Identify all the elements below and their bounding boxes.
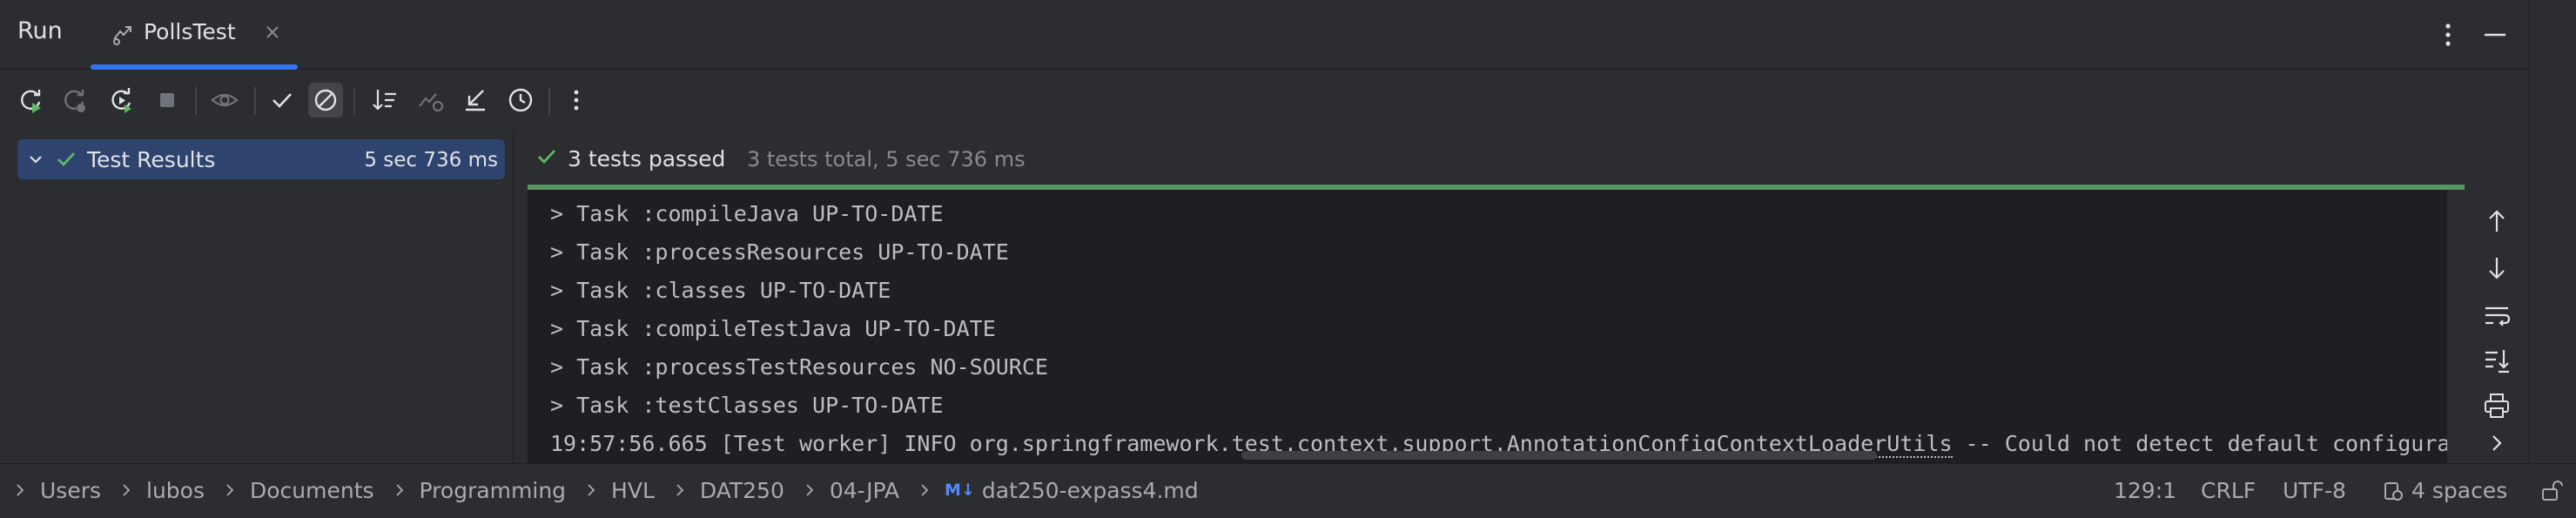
tree-item-label: Test Results <box>87 147 216 172</box>
tab-pollstest[interactable]: PollsTest <box>91 0 298 70</box>
chevron-right-icon <box>123 484 131 496</box>
indent-label: 4 spaces <box>2411 478 2508 503</box>
chevron-right-icon <box>588 484 595 496</box>
toolbar-separator <box>195 87 197 115</box>
test-results-tree: Test Results 5 sec 736 ms <box>0 132 514 463</box>
breadcrumb-item[interactable]: Users <box>7 478 101 503</box>
console-line: > Task :processResources UP-TO-DATE <box>550 239 1009 265</box>
test-passed-icon <box>57 152 76 167</box>
tool-window-header: Run PollsTest <box>0 0 2529 70</box>
breadcrumb-item[interactable]: HVL <box>566 478 655 503</box>
toolbar-separator <box>254 87 256 115</box>
chevron-right-icon <box>17 484 24 496</box>
log-suffix: -- Could not detect default configuratio… <box>1965 431 2447 456</box>
console-line: > Task :processTestResources NO-SOURCE <box>550 354 1048 380</box>
minimize-icon[interactable] <box>2478 17 2512 52</box>
line-separator[interactable]: CRLF <box>2201 478 2256 503</box>
indent-icon <box>2384 481 2403 501</box>
breadcrumb-label: 04-JPA <box>829 477 900 503</box>
breadcrumb-label: DAT250 <box>699 477 784 503</box>
collapse-icon <box>466 90 485 111</box>
ignored-icon <box>314 89 337 111</box>
toggle-auto-test-button[interactable] <box>104 83 139 118</box>
stop-button[interactable] <box>150 83 185 118</box>
history-icon <box>508 88 533 112</box>
console-line: > Task :classes UP-TO-DATE <box>550 278 891 303</box>
toggle-auto-test-icon <box>111 88 131 113</box>
checkmark-icon <box>272 93 292 108</box>
horizontal-scrollbar[interactable] <box>1241 451 1877 460</box>
show-passed-button[interactable] <box>265 83 299 118</box>
tab-label: PollsTest <box>144 19 236 44</box>
rerun-icon <box>21 90 41 113</box>
status-bar: Users lubos Documents Programming HVL DA… <box>0 463 2576 518</box>
console-side-toolbar <box>2465 190 2528 463</box>
breadcrumb-item-file[interactable]: M↓ dat250-expass4.md <box>899 478 1199 503</box>
stop-icon <box>160 93 174 107</box>
scroll-up-icon[interactable] <box>2479 204 2514 239</box>
eye-icon <box>211 93 239 107</box>
rerun-button[interactable] <box>14 83 49 118</box>
show-ignored-button[interactable] <box>207 83 242 118</box>
breadcrumb-item[interactable]: Documents <box>205 478 374 503</box>
tree-item-duration: 5 sec 736 ms <box>364 149 498 172</box>
breadcrumb-item[interactable]: Programming <box>374 477 567 503</box>
console-line: > Task :testClasses UP-TO-DATE <box>550 393 944 418</box>
history-button[interactable] <box>503 83 538 118</box>
breadcrumb-label: Documents <box>250 477 374 503</box>
caret-position[interactable]: 129:1 <box>2114 478 2176 503</box>
more-options-icon[interactable] <box>2431 17 2465 52</box>
chevron-right-icon <box>395 484 403 496</box>
right-tool-strip <box>2529 0 2576 463</box>
test-summary-bar: 3 tests passed 3 tests total, 5 sec 736 … <box>515 132 2465 185</box>
sort-button[interactable] <box>367 83 402 118</box>
indent-settings[interactable]: 4 spaces <box>2382 478 2507 503</box>
soft-wrap-icon[interactable] <box>2479 298 2514 333</box>
file-encoding[interactable]: UTF-8 <box>2283 478 2346 503</box>
import-tests-icon <box>419 93 444 112</box>
breadcrumb-label: HVL <box>611 477 655 503</box>
console-line: > Task :compileTestJava UP-TO-DATE <box>550 316 996 341</box>
scroll-to-end-icon[interactable] <box>2479 343 2514 378</box>
import-tests-button[interactable] <box>413 83 447 118</box>
print-icon[interactable] <box>2479 388 2514 423</box>
breadcrumb-label: Programming <box>419 477 567 503</box>
breadcrumb-label: lubos <box>146 477 205 503</box>
chevron-right-icon <box>921 484 929 496</box>
chevron-right-icon <box>226 484 234 496</box>
console-output[interactable]: > Task :compileJava UP-TO-DATE > Task :p… <box>528 190 2447 463</box>
tests-passed-status: 3 tests passed <box>568 146 726 172</box>
test-run-icon <box>113 26 131 45</box>
toolbar-separator <box>548 87 550 115</box>
console-line: > Task :compileJava UP-TO-DATE <box>550 201 944 226</box>
chevron-right-icon <box>806 484 814 496</box>
chevron-right-icon[interactable] <box>2479 427 2514 461</box>
breadcrumb-file-label: dat250-expass4.md <box>981 477 1199 503</box>
close-icon[interactable] <box>261 21 284 44</box>
breadcrumb-item[interactable]: 04-JPA <box>784 478 899 503</box>
markdown-file-icon: M↓ <box>945 481 975 500</box>
breadcrumb-item[interactable]: lubos <box>101 478 205 503</box>
rerun-failed-button[interactable] <box>57 83 92 118</box>
toolbar-more-button[interactable] <box>559 83 594 118</box>
chevron-down-icon[interactable] <box>24 148 47 171</box>
rerun-failed-icon <box>64 90 85 112</box>
lock-icon[interactable] <box>2539 478 2565 504</box>
test-passed-icon <box>538 150 556 165</box>
scroll-down-icon[interactable] <box>2479 251 2514 286</box>
toolbar-separator <box>353 87 355 115</box>
console-lines: > Task :compileJava UP-TO-DATE > Task :p… <box>550 195 2447 463</box>
more-icon <box>574 90 579 111</box>
run-toolbar <box>0 70 2529 131</box>
collapse-button[interactable] <box>458 83 493 118</box>
sort-icon <box>373 90 396 111</box>
show-ignored-toggle-button[interactable] <box>308 83 343 118</box>
breadcrumb: Users lubos Documents Programming HVL DA… <box>7 464 1199 516</box>
chevron-right-icon <box>676 484 684 496</box>
tests-summary: 3 tests total, 5 sec 736 ms <box>747 147 1026 172</box>
breadcrumb-item[interactable]: DAT250 <box>655 478 784 503</box>
tree-item-test-results[interactable]: Test Results 5 sec 736 ms <box>17 139 505 179</box>
breadcrumb-label: Users <box>40 477 102 503</box>
tool-window-title: Run <box>17 17 63 44</box>
